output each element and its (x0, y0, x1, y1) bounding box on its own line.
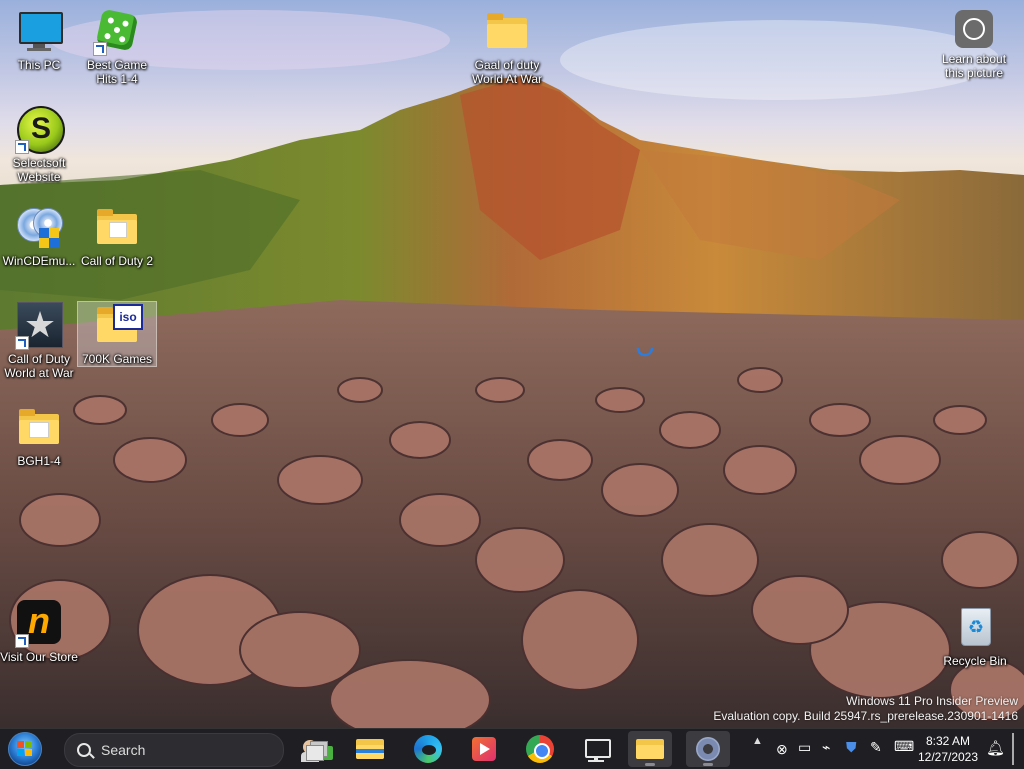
system-tray: ▲ ⊗ ▭ ⌁ ⛊ ✎ ⌨ (750, 729, 914, 769)
desktop-icon-label: Recycle Bin (943, 654, 1007, 668)
wifi-off-icon[interactable]: ⌁ (822, 739, 830, 756)
selectsoft-website-shortcut[interactable]: S Selectsoft Website (0, 106, 78, 184)
folder-icon (487, 13, 527, 48)
desktop-icon-label: Learn about this picture (941, 52, 1007, 80)
desktop-icon-label: Best Game Hits 1-4 (86, 58, 148, 86)
network-off-icon[interactable]: ⊗ (776, 741, 788, 758)
gear-icon (696, 737, 720, 761)
gaal-of-duty-folder[interactable]: Gaal of duty World At War (468, 8, 546, 86)
best-game-hits-shortcut[interactable]: Best Game Hits 1-4 (78, 8, 156, 86)
settings-button[interactable] (686, 731, 730, 767)
700k-games-iso[interactable]: iso 700K Games (77, 301, 157, 367)
chrome-button[interactable] (518, 731, 562, 767)
desktop-icon-label: Gaal of duty World At War (471, 58, 542, 86)
recycle-icon: ♻ (961, 608, 991, 646)
watermark-line: Windows 11 Pro Insider Preview (846, 694, 1018, 708)
windows-logo-icon (17, 741, 33, 757)
clock-time: 8:32 AM (925, 734, 971, 748)
start-button[interactable] (8, 732, 42, 766)
search-box[interactable]: Search (64, 733, 333, 767)
shortcut-arrow-icon (93, 42, 107, 56)
call-of-duty-2-folder[interactable]: Call of Duty 2 (78, 204, 156, 268)
wincdemu-shortcut[interactable]: WinCDEmu... (0, 204, 78, 268)
monitor-icon (19, 12, 63, 44)
visit-our-store-shortcut[interactable]: n Visit Our Store (0, 600, 78, 664)
call-of-duty-world-at-war-shortcut[interactable]: ★ Call of Duty World at War (0, 302, 78, 380)
pen-icon[interactable]: ✎ (870, 739, 882, 756)
file-explorer-window-button[interactable] (628, 731, 672, 767)
taskbar: Search ▲ ⊗ ▭ ⌁ ⛊ ✎ ⌨ 8:32 AM 12/27/2023 … (0, 728, 1024, 769)
remote-desktop-button[interactable] (574, 731, 618, 767)
desktop-icon-label: WinCDEmu... (2, 254, 76, 268)
desktop-icon-label: This PC (17, 58, 61, 72)
shield-icon (39, 228, 59, 248)
iso-badge-icon: iso (113, 304, 143, 330)
display-icon[interactable]: ▭ (798, 739, 811, 756)
camera-info-icon (955, 10, 993, 48)
search-label: Search (101, 742, 146, 758)
shortcut-arrow-icon (15, 634, 29, 648)
security-shield-icon[interactable]: ⛊ (846, 739, 857, 756)
desktop-icon-label: Visit Our Store (0, 650, 78, 664)
shortcut-arrow-icon (15, 140, 29, 154)
file-explorer-button[interactable] (348, 731, 392, 767)
desktop-icon-label: Selectsoft Website (12, 156, 66, 184)
desktop-icon-label: BGH1-4 (17, 454, 61, 468)
shortcut-arrow-icon (15, 336, 29, 350)
windows-watermark: Windows 11 Pro Insider Preview Evaluatio… (713, 694, 1018, 724)
watermark-line: Evaluation copy. Build 25947.rs_prerelea… (713, 709, 1018, 723)
monitor-icon (585, 739, 611, 758)
recycle-bin-icon[interactable]: ♻ Recycle Bin (936, 604, 1014, 668)
this-pc-icon[interactable]: This PC (0, 8, 78, 72)
desktop-icon-label: Call of Duty 2 (80, 254, 154, 268)
learn-about-picture-icon[interactable]: Learn about this picture (934, 10, 1014, 80)
desktop-icon-label: 700K Games (81, 352, 153, 366)
task-view-button[interactable] (296, 731, 340, 767)
bgh1-4-folder[interactable]: BGH1-4 (0, 404, 78, 468)
chevron-up-icon[interactable]: ▲ (752, 735, 763, 747)
show-desktop-button[interactable] (1012, 733, 1014, 765)
search-icon (77, 743, 91, 757)
keyboard-icon[interactable]: ⌨ (894, 738, 914, 755)
clock-date: 12/27/2023 (917, 750, 979, 764)
clock[interactable]: 8:32 AM 12/27/2023 (916, 733, 980, 765)
desktop-icon-label: Call of Duty World at War (4, 352, 74, 380)
notification-bell-icon[interactable]: 🔔︎ (986, 739, 1005, 757)
media-player-button[interactable] (462, 731, 506, 767)
edge-button[interactable] (406, 731, 450, 767)
